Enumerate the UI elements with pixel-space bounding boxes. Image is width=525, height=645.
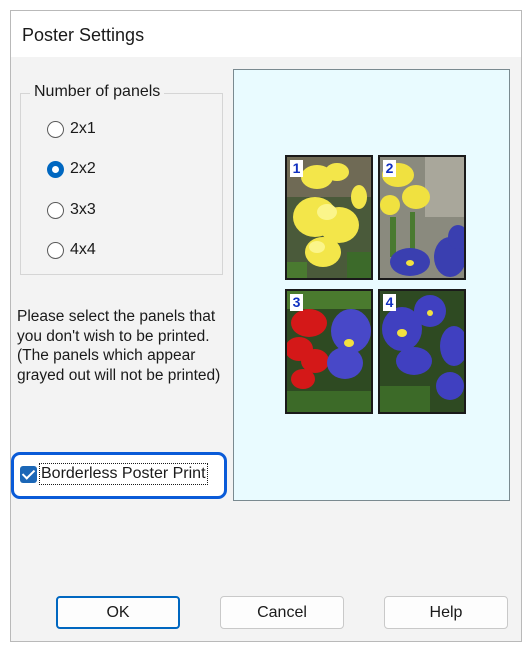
borderless-poster-print-checkbox[interactable]: Borderless Poster Print [20,463,208,485]
radio-3x3[interactable]: 3x3 [47,201,96,219]
radio-button-icon [47,241,64,259]
radio-button-icon [47,201,64,219]
panel-number-2: 2 [383,160,396,177]
cancel-button[interactable]: Cancel [220,596,344,629]
poster-preview: 1 2 3 4 [233,69,510,501]
radio-label: 2x1 [70,120,96,137]
radio-button-icon [47,120,64,138]
panel-selection-instructions: Please select the panels that you don't … [17,308,221,384]
radio-button-selected-icon [47,160,64,178]
number-of-panels-legend: Number of panels [30,83,165,101]
radio-label: 3x3 [70,201,96,218]
radio-label: 2x2 [70,160,96,177]
help-button[interactable]: Help [384,596,508,629]
poster-panel-3[interactable]: 3 [285,289,373,414]
panel-number-3: 3 [290,294,303,311]
poster-panel-4[interactable]: 4 [378,289,466,414]
radio-2x1[interactable]: 2x1 [47,120,96,138]
poster-settings-dialog: Poster Settings Number of panels 2x1 2x2… [10,10,522,642]
radio-2x2[interactable]: 2x2 [47,160,96,178]
radio-label: 4x4 [70,241,96,258]
poster-panel-2[interactable]: 2 [378,155,466,280]
checkbox-checked-icon [20,465,37,483]
title-bar: Poster Settings [11,11,521,57]
dialog-title: Poster Settings [22,25,145,45]
panel-number-4: 4 [383,294,396,311]
radio-4x4[interactable]: 4x4 [47,241,96,259]
ok-button[interactable]: OK [56,596,180,629]
poster-panel-1[interactable]: 1 [285,155,373,280]
panel-number-1: 1 [290,160,303,177]
borderless-poster-print-label: Borderless Poster Print [39,463,208,485]
